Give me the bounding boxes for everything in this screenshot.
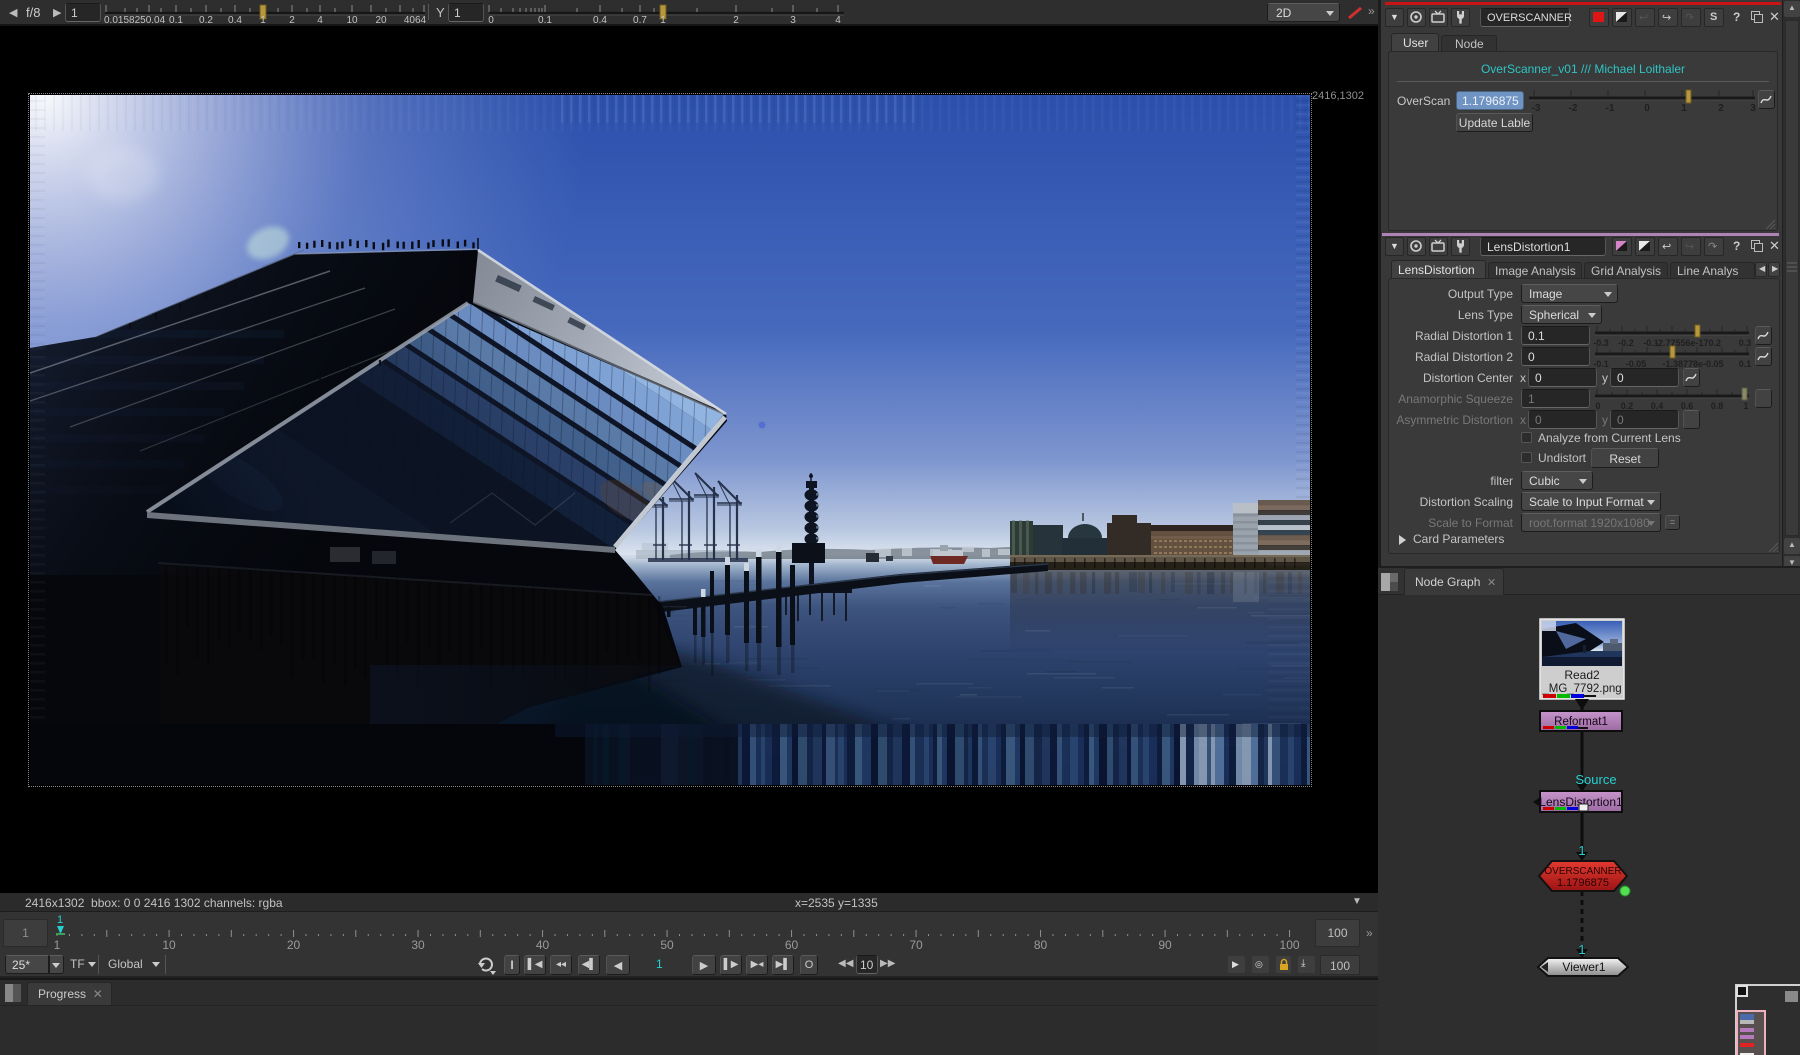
- svg-text:3: 3: [1750, 103, 1756, 114]
- svg-text:50: 50: [660, 938, 674, 952]
- svg-text:0.8: 0.8: [1711, 401, 1724, 411]
- svg-text:-1: -1: [1606, 103, 1615, 114]
- svg-text:1: 1: [660, 15, 666, 26]
- svg-text:20: 20: [375, 15, 387, 26]
- svg-text:3: 3: [790, 15, 796, 26]
- svg-text:1.1796875: 1.1796875: [1557, 877, 1609, 889]
- svg-text:-3: -3: [1532, 103, 1541, 114]
- svg-text:1: 1: [260, 15, 266, 26]
- svg-text:1: 1: [57, 914, 63, 926]
- svg-text:70: 70: [909, 938, 923, 952]
- svg-text:0.7: 0.7: [633, 15, 647, 26]
- svg-text:1: 1: [1681, 103, 1687, 114]
- svg-text:10: 10: [162, 938, 176, 952]
- svg-text:-2: -2: [1569, 103, 1578, 114]
- svg-text:0: 0: [1595, 401, 1600, 411]
- svg-text:0.1: 0.1: [1739, 359, 1751, 369]
- svg-text:1: 1: [1578, 843, 1585, 858]
- svg-text:_MG_7792.png: _MG_7792.png: [1541, 683, 1621, 695]
- svg-text:Source: Source: [1575, 772, 1616, 787]
- svg-text:4: 4: [317, 15, 323, 26]
- svg-text:1: 1: [1578, 942, 1585, 957]
- svg-text:90: 90: [1158, 938, 1172, 952]
- svg-text:2: 2: [733, 15, 739, 26]
- svg-text:4: 4: [835, 15, 841, 26]
- svg-text:0.1: 0.1: [538, 15, 552, 26]
- svg-text:0.4: 0.4: [593, 15, 607, 26]
- svg-text:0.1: 0.1: [169, 15, 183, 26]
- svg-text:80: 80: [1034, 938, 1048, 952]
- svg-text:100: 100: [1280, 938, 1300, 952]
- svg-text:0.2: 0.2: [199, 15, 213, 26]
- svg-text:20: 20: [287, 938, 301, 952]
- svg-text:Read2: Read2: [1564, 668, 1600, 682]
- svg-text:40: 40: [536, 938, 550, 952]
- svg-text:0.4: 0.4: [228, 15, 242, 26]
- svg-text:Viewer1: Viewer1: [1562, 960, 1605, 974]
- svg-text:OVERSCANNER: OVERSCANNER: [1544, 866, 1621, 877]
- svg-text:1: 1: [54, 938, 61, 952]
- svg-text:30: 30: [411, 938, 425, 952]
- svg-text:0: 0: [488, 15, 494, 26]
- svg-text:4064: 4064: [404, 15, 427, 26]
- svg-text:10: 10: [346, 15, 358, 26]
- svg-text:0: 0: [1644, 103, 1650, 114]
- svg-text:2: 2: [289, 15, 295, 26]
- svg-text:2: 2: [1718, 103, 1724, 114]
- svg-text:60: 60: [785, 938, 799, 952]
- svg-text:1: 1: [1743, 401, 1748, 411]
- svg-text:0.0158250.04: 0.0158250.04: [104, 15, 166, 26]
